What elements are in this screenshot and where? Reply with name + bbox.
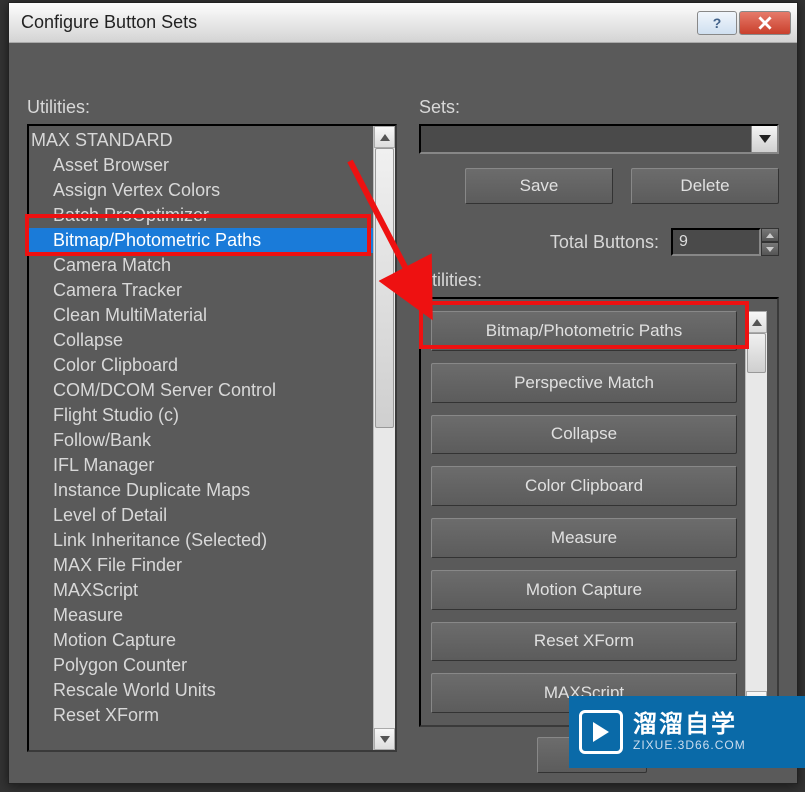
utilities-list-item[interactable]: Asset Browser [29,153,373,178]
help-button[interactable]: ? [697,11,737,35]
utilities-list-item[interactable]: Camera Tracker [29,278,373,303]
scroll-up-button[interactable] [374,126,395,148]
utilities-list-item[interactable]: MAXScript [29,578,373,603]
close-button[interactable] [739,11,791,35]
total-buttons-spinner[interactable] [671,228,779,256]
delete-button[interactable]: Delete [631,168,779,204]
spinner-up-button[interactable] [761,228,779,242]
sets-combobox[interactable] [419,124,779,154]
left-scrollbar[interactable] [373,126,395,750]
sets-combo-value [421,126,751,152]
utilities-list-item[interactable]: MAX File Finder [29,553,373,578]
utilities-list-item[interactable]: Polygon Counter [29,653,373,678]
total-buttons-input[interactable] [671,228,761,256]
utilities-list-item[interactable]: Level of Detail [29,503,373,528]
utility-button[interactable]: Color Clipboard [431,466,737,506]
play-icon [579,710,623,754]
utilities-list-item[interactable]: COM/DCOM Server Control [29,378,373,403]
scroll-thumb[interactable] [747,333,766,373]
utilities-list-item[interactable]: Rescale World Units [29,678,373,703]
utility-button[interactable]: Collapse [431,415,737,455]
utilities-list-item[interactable]: Collapse [29,328,373,353]
utilities-list-item[interactable]: Clean MultiMaterial [29,303,373,328]
utilities-list-item[interactable]: Reset XForm [29,703,373,728]
utilities-list-item[interactable]: Follow/Bank [29,428,373,453]
scroll-track[interactable] [746,333,767,691]
utility-button[interactable]: Motion Capture [431,570,737,610]
utilities-list-item[interactable]: Batch ProOptimizer [29,203,373,228]
utilities-list-header[interactable]: MAX STANDARD [29,128,373,153]
utilities-list-item[interactable]: Color Clipboard [29,353,373,378]
watermark-text-en: ZIXUE.3D66.COM [633,739,746,752]
utilities-list-item[interactable]: Camera Match [29,253,373,278]
dialog-window: Configure Button Sets ? Utilities: MAX S… [8,2,798,784]
scroll-up-button[interactable] [746,311,767,333]
utility-button[interactable]: Bitmap/Photometric Paths [431,311,737,351]
utilities-list-item[interactable]: Motion Capture [29,628,373,653]
utilities-list-item[interactable]: Assign Vertex Colors [29,178,373,203]
utilities-list-item[interactable]: Bitmap/Photometric Paths [29,228,373,253]
scroll-down-button[interactable] [374,728,395,750]
dialog-body: Utilities: MAX STANDARDAsset BrowserAssi… [9,45,797,783]
utilities-list-item[interactable]: IFL Manager [29,453,373,478]
save-button[interactable]: Save [465,168,613,204]
utilities-list-item[interactable]: Measure [29,603,373,628]
left-utilities-label: Utilities: [27,97,397,118]
total-buttons-label: Total Buttons: [550,232,659,253]
scroll-thumb[interactable] [375,148,394,428]
utility-button[interactable]: Reset XForm [431,622,737,662]
right-scrollbar[interactable] [745,311,767,713]
utility-button[interactable]: Measure [431,518,737,558]
utilities-button-group: Bitmap/Photometric Paths Perspective Matc… [419,297,779,727]
titlebar-buttons: ? [695,11,791,35]
titlebar[interactable]: Configure Button Sets ? [9,3,797,43]
utilities-list-item[interactable]: Flight Studio (c) [29,403,373,428]
close-icon [758,16,772,30]
sets-combo-dropdown-button[interactable] [751,126,777,152]
sets-label: Sets: [419,97,779,118]
watermark-text-cn: 溜溜自学 [633,712,746,738]
utility-button[interactable]: Perspective Match [431,363,737,403]
watermark: 溜溜自学 ZIXUE.3D66.COM [569,696,805,768]
right-column: Sets: Save Delete Total Buttons: [419,97,779,727]
scroll-track[interactable] [374,148,395,728]
window-title: Configure Button Sets [21,12,695,33]
spinner-down-button[interactable] [761,242,779,256]
right-utilities-label: Utilities: [419,270,779,291]
utilities-list-item[interactable]: Instance Duplicate Maps [29,478,373,503]
utilities-listbox[interactable]: MAX STANDARDAsset BrowserAssign Vertex C… [27,124,397,752]
utilities-list-item[interactable]: Link Inheritance (Selected) [29,528,373,553]
left-column: Utilities: MAX STANDARDAsset BrowserAssi… [27,97,397,752]
